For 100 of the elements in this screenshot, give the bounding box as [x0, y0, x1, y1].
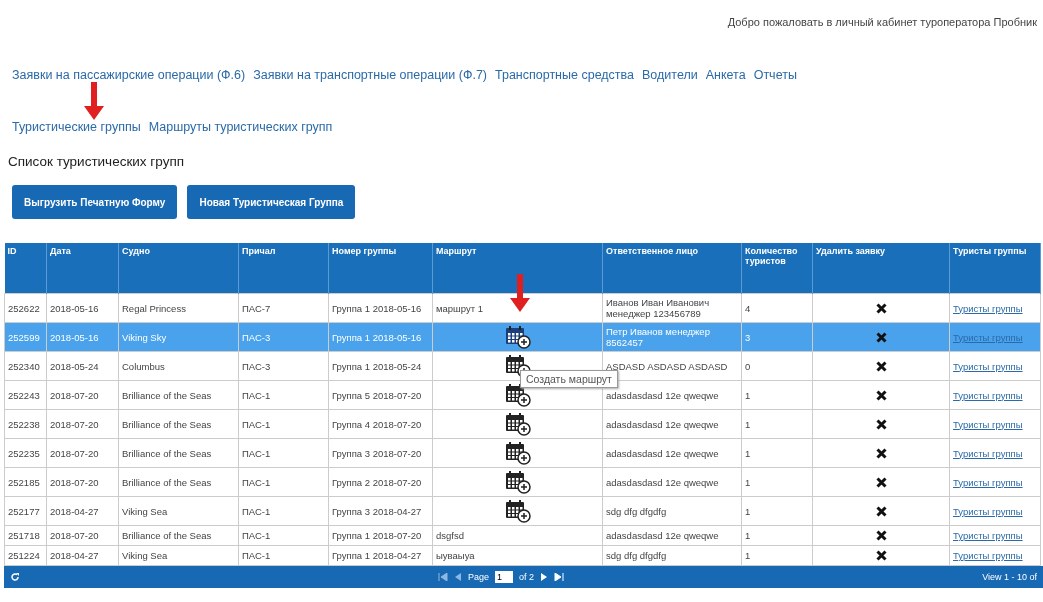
page-count: of 2	[519, 572, 535, 582]
table-cell: Группа 3 2018-07-20	[328, 438, 433, 468]
pointer-arrow-icon	[84, 82, 104, 120]
table-cell: ПАС-1	[238, 545, 329, 566]
table-cell: 2018-07-20	[46, 438, 119, 468]
page-field[interactable]: 1	[495, 571, 514, 583]
table-cell: Regal Princess	[118, 293, 239, 323]
table-cell: ПАС-3	[238, 351, 329, 381]
column-header[interactable]: Ответственное лицо	[602, 243, 742, 294]
delete-icon[interactable]	[875, 331, 887, 343]
table-cell: 251224	[4, 545, 47, 566]
next-page-icon[interactable]	[540, 573, 549, 581]
delete-icon[interactable]	[875, 418, 887, 430]
table-cell: 1	[741, 380, 813, 410]
column-header[interactable]: ID	[4, 243, 47, 294]
table-cell: 252177	[4, 496, 47, 526]
table-cell: 1	[741, 496, 813, 526]
last-page-icon[interactable]	[554, 573, 565, 581]
delete-icon[interactable]	[875, 476, 887, 488]
table-cell: adasdasdasd 12e qweqwe	[602, 467, 742, 497]
table-cell: ПАС-3	[238, 322, 329, 352]
delete-icon[interactable]	[875, 505, 887, 517]
nav-link[interactable]: Заявки на транспортные операции (Ф.7)	[253, 68, 487, 82]
column-header[interactable]: Дата	[46, 243, 119, 294]
table-cell: 2018-07-20	[46, 467, 119, 497]
table-cell: Группа 3 2018-04-27	[328, 496, 433, 526]
table-cell: 2018-04-27	[46, 496, 119, 526]
column-header[interactable]: Причал	[238, 243, 329, 294]
subnav-link[interactable]: Туристические группы	[12, 120, 141, 134]
table-row[interactable]: 252238 2018-07-20 Brilliance of the Seas ПАС-1 Группа 4 2018-07-20 adasdasdasd 12e qweqwe 1 Туристы группы	[4, 409, 1041, 439]
refresh-icon[interactable]	[10, 572, 20, 582]
table-cell: Brilliance of the Seas	[118, 380, 239, 410]
first-page-icon[interactable]	[438, 573, 449, 581]
table-cell: sdg dfg dfgdfg	[602, 545, 742, 566]
calendar-plus-icon[interactable]	[504, 441, 531, 465]
table-cell: маршрут 1	[432, 293, 603, 323]
table-cell: 0	[741, 351, 813, 381]
table-row[interactable]: 251718 2018-07-20 Brilliance of the Seas ПАС-1 Группа 1 2018-07-20 dsgfsd adasdasdasd 12e qweqwe 1 Туристы группы	[4, 525, 1041, 546]
table-cell: Группа 4 2018-07-20	[328, 409, 433, 439]
table-cell: 4	[741, 293, 813, 323]
table-cell: Brilliance of the Seas	[118, 438, 239, 468]
nav-link[interactable]: Заявки на пассажирские операции (Ф.6)	[12, 68, 246, 82]
calendar-plus-icon[interactable]	[504, 412, 531, 436]
page-label: Page	[468, 572, 490, 582]
nav-link[interactable]: Анкета	[705, 68, 746, 82]
table-cell: Группа 1 2018-05-16	[328, 322, 433, 352]
column-header[interactable]: Судно	[118, 243, 239, 294]
table-cell: 1	[741, 525, 813, 546]
delete-icon[interactable]	[875, 550, 887, 561]
nav-link[interactable]: Отчеты	[753, 68, 797, 82]
calendar-plus-icon[interactable]	[504, 499, 531, 523]
action-button[interactable]: Новая Туристическая Группа	[187, 185, 356, 219]
table-cell: Группа 1 2018-07-20	[328, 525, 433, 546]
table-cell: adasdasdasd 12e qweqwe	[602, 525, 742, 546]
delete-icon[interactable]	[875, 302, 887, 314]
column-header[interactable]: Туристы группы	[949, 243, 1041, 294]
previous-page-icon[interactable]	[454, 573, 463, 581]
table-cell: 252622	[4, 293, 47, 323]
table-cell: Brilliance of the Seas	[118, 409, 239, 439]
table-row[interactable]: 251224 2018-04-27 Viking Sea ПАС-1 Группа 1 2018-04-27 ыуваыуа sdg dfg dfgdfg 1 Туристы группы	[4, 545, 1041, 566]
table-row[interactable]: 252185 2018-07-20 Brilliance of the Seas ПАС-1 Группа 2 2018-07-20 adasdasdasd 12e qweqwe 1 Туристы группы	[4, 467, 1041, 497]
table-cell: Viking Sea	[118, 496, 239, 526]
table-cell: Columbus	[118, 351, 239, 381]
calendar-plus-icon[interactable]	[504, 325, 531, 349]
table-cell: Группа 5 2018-07-20	[328, 380, 433, 410]
table-cell: ПАС-1	[238, 525, 329, 546]
table-cell: Brilliance of the Seas	[118, 467, 239, 497]
table-cell: 2018-05-24	[46, 351, 119, 381]
subnav-link[interactable]: Маршруты туристических групп	[148, 120, 333, 134]
calendar-plus-icon[interactable]	[504, 470, 531, 494]
table-row[interactable]: 252177 2018-04-27 Viking Sea ПАС-1 Группа 3 2018-04-27 sdg dfg dfgdfg 1 Туристы группы	[4, 496, 1041, 526]
table-cell: ыуваыуа	[432, 545, 603, 566]
nav-link[interactable]: Водители	[642, 68, 698, 82]
table-cell: ПАС-7	[238, 293, 329, 323]
table-row[interactable]: 252235 2018-07-20 Brilliance of the Seas ПАС-1 Группа 3 2018-07-20 adasdasdasd 12e qweqwe 1 Туристы группы	[4, 438, 1041, 468]
calendar-plus-icon[interactable]	[504, 383, 531, 407]
table-cell: 1	[741, 467, 813, 497]
table-cell: 2018-07-20	[46, 409, 119, 439]
column-header[interactable]: Номер группы	[328, 243, 433, 294]
table-cell: 1	[741, 409, 813, 439]
column-header[interactable]: Количество туристов	[741, 243, 813, 294]
column-header[interactable]: Удалить заявку	[812, 243, 950, 294]
action-button[interactable]: Выгрузить Печатную Форму	[12, 185, 178, 219]
delete-icon[interactable]	[875, 360, 887, 372]
column-header[interactable]: Маршрут	[432, 243, 603, 294]
table-row[interactable]: 252622 2018-05-16 Regal Princess ПАС-7 Группа 1 2018-05-16 маршрут 1 Иванов Иван Иванович менеджер 123456789 4 Туристы группы	[4, 293, 1041, 323]
table-cell: 2018-05-16	[46, 322, 119, 352]
record-count: View 1 - 10 of	[982, 572, 1037, 582]
table-cell: 3	[741, 322, 813, 352]
table-cell: adasdasdasd 12e qweqwe	[602, 409, 742, 439]
delete-icon[interactable]	[875, 447, 887, 459]
table-cell: ПАС-1	[238, 409, 329, 439]
table-cell: Группа 2 2018-07-20	[328, 467, 433, 497]
delete-icon[interactable]	[875, 389, 887, 401]
table-cell: 2018-07-20	[46, 525, 119, 546]
table-cell: Группа 1 2018-05-16	[328, 293, 433, 323]
nav-link[interactable]: Транспортные средства	[495, 68, 635, 82]
table-cell: 1	[741, 545, 813, 566]
delete-icon[interactable]	[875, 530, 887, 541]
table-cell: Петр Иванов менеджер 8562457	[602, 322, 742, 352]
